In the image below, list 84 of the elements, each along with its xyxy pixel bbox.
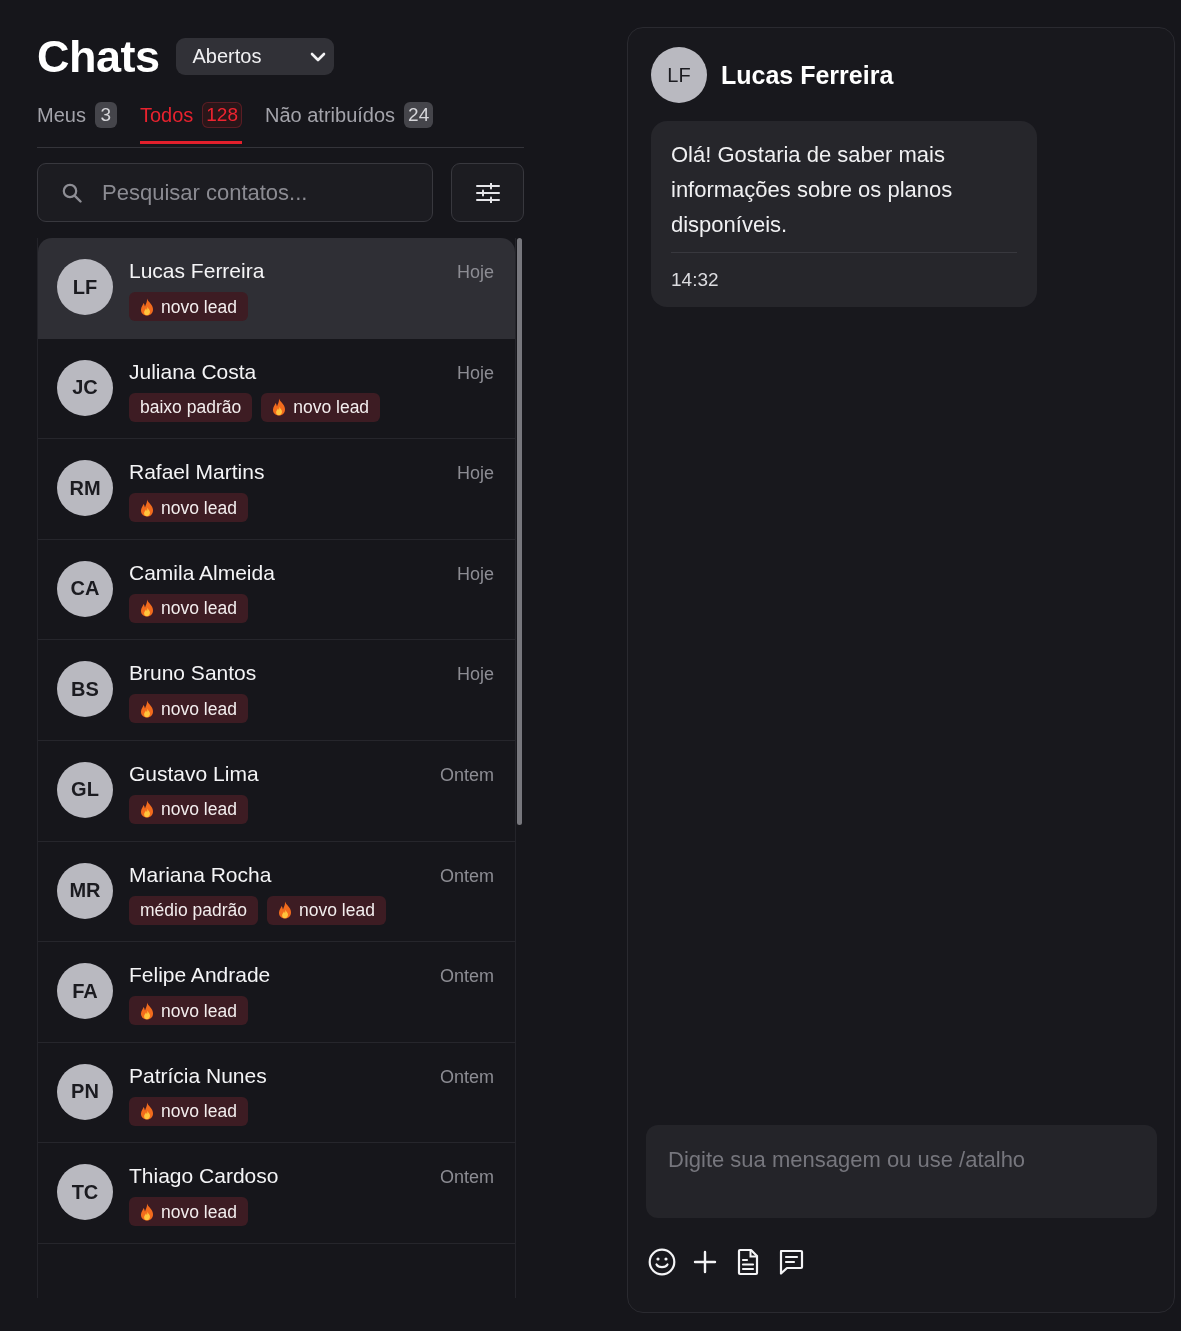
tag-text: novo lead — [161, 1201, 237, 1222]
contact-name: Rafael Martins — [129, 460, 265, 485]
avatar: MR — [57, 862, 113, 919]
conversation-item[interactable]: TC Thiago Cardoso Ontem novo lead — [38, 1143, 515, 1244]
conversation-item[interactable]: RM Rafael Martins Hoje novo lead — [38, 439, 515, 540]
contact-name: Gustavo Lima — [129, 761, 259, 786]
conversation-time: Hoje — [456, 562, 494, 585]
tag-text: novo lead — [161, 799, 237, 820]
flame-icon — [140, 297, 154, 316]
flame-icon — [140, 699, 154, 718]
filter-button[interactable] — [451, 163, 524, 222]
plus-icon[interactable] — [691, 1248, 719, 1276]
contact-name: Felipe Andrade — [129, 963, 271, 988]
filter-tab[interactable]: Não atribuídos 24 — [265, 100, 434, 144]
tag-text: novo lead — [293, 397, 370, 418]
chevron-down-icon — [309, 51, 326, 62]
avatar: JC — [57, 359, 113, 416]
flame-icon — [140, 599, 154, 618]
conversation-item[interactable]: GL Gustavo Lima Ontem novo lead — [38, 740, 515, 842]
message-time: 14:32 — [671, 268, 720, 292]
conversation-item[interactable]: FA Felipe Andrade Ontem novo lead — [38, 942, 515, 1043]
conversation-item[interactable]: JC Juliana Costa Hoje baixo padrão novo lead — [38, 338, 515, 440]
chat-count: 128 — [202, 101, 242, 128]
conversation-time: Ontem — [439, 1065, 494, 1088]
chat-count: 24 — [404, 101, 434, 128]
emoji-icon[interactable] — [648, 1248, 676, 1276]
conversation-time: Ontem — [439, 763, 494, 786]
filter-tab[interactable]: Meus 3 — [37, 100, 117, 144]
flame-icon — [278, 901, 293, 920]
contact-name: Bruno Santos — [129, 661, 257, 686]
avatar: FA — [57, 963, 113, 1020]
chat-count: 3 — [94, 101, 117, 128]
conversation-item[interactable]: LF Lucas Ferreira Hoje novo lead — [38, 238, 515, 339]
filter-tab[interactable]: Todos 128 — [139, 100, 242, 144]
scrollbar-thumb[interactable] — [517, 238, 522, 825]
avatar: BS — [57, 661, 113, 718]
contact-name: Camila Almeida — [129, 560, 275, 585]
flame-icon — [140, 1001, 154, 1020]
flame-icon — [272, 398, 287, 417]
conversation-item[interactable]: CA Camila Almeida Hoje novo lead — [38, 539, 515, 641]
tag-text: novo lead — [161, 296, 237, 317]
lead-tag: baixo padrão — [129, 392, 253, 422]
contact-name: Thiago Cardoso — [129, 1164, 279, 1189]
conversation-time: Hoje — [456, 361, 494, 384]
avatar: LF — [57, 259, 113, 315]
flame-icon — [140, 1202, 154, 1221]
conversation-time: Hoje — [456, 261, 494, 283]
search-icon — [62, 183, 82, 203]
message-text: Olá! Gostaria de saber mais informações sobre os planos disponíveis. — [671, 141, 954, 239]
avatar: TC — [57, 1164, 113, 1221]
contact-name: Juliana Costa — [129, 359, 257, 384]
message-input[interactable]: Digite sua mensagem ou use /atalho — [646, 1125, 1157, 1218]
status-dropdown[interactable]: Abertos — [175, 38, 334, 75]
chat-icon[interactable] — [777, 1248, 805, 1276]
contact-name: Mariana Rocha — [129, 862, 272, 887]
conversation-time: Hoje — [456, 462, 494, 485]
tag-text: novo lead — [161, 1101, 237, 1122]
flame-icon — [140, 800, 154, 819]
tag-text: novo lead — [299, 900, 375, 921]
avatar: RM — [57, 460, 113, 517]
tag-text: novo lead — [161, 598, 237, 619]
flame-icon — [140, 1102, 154, 1121]
conversation-time: Ontem — [439, 1166, 494, 1189]
conversation-item[interactable]: MR Mariana Rocha Ontem médio padrão novo lead — [38, 841, 515, 943]
avatar: PN — [57, 1063, 113, 1120]
sliders-icon — [475, 182, 500, 203]
flame-icon — [140, 498, 154, 517]
avatar: LF — [651, 47, 707, 103]
avatar: CA — [57, 560, 113, 617]
lead-tag: médio padrão — [129, 895, 259, 925]
tag-text: novo lead — [161, 1000, 237, 1021]
conversation-item[interactable]: PN Patrícia Nunes Ontem novo lead — [38, 1042, 515, 1144]
search-field[interactable]: Pesquisar contatos... — [37, 163, 433, 222]
conversation-time: Ontem — [439, 864, 494, 887]
contact-name: Lucas Ferreira — [129, 259, 265, 283]
avatar: GL — [57, 761, 113, 818]
conversation-item[interactable]: BS Bruno Santos Hoje novo lead — [38, 640, 515, 741]
conversation-time: Ontem — [439, 965, 494, 988]
contact-name: Lucas Ferreira — [721, 60, 894, 90]
tag-text: novo lead — [161, 698, 237, 719]
contact-name: Patrícia Nunes — [129, 1063, 267, 1088]
page-title: Chats — [37, 34, 160, 79]
tag-text: novo lead — [161, 497, 237, 518]
conversation-time: Hoje — [456, 663, 494, 686]
